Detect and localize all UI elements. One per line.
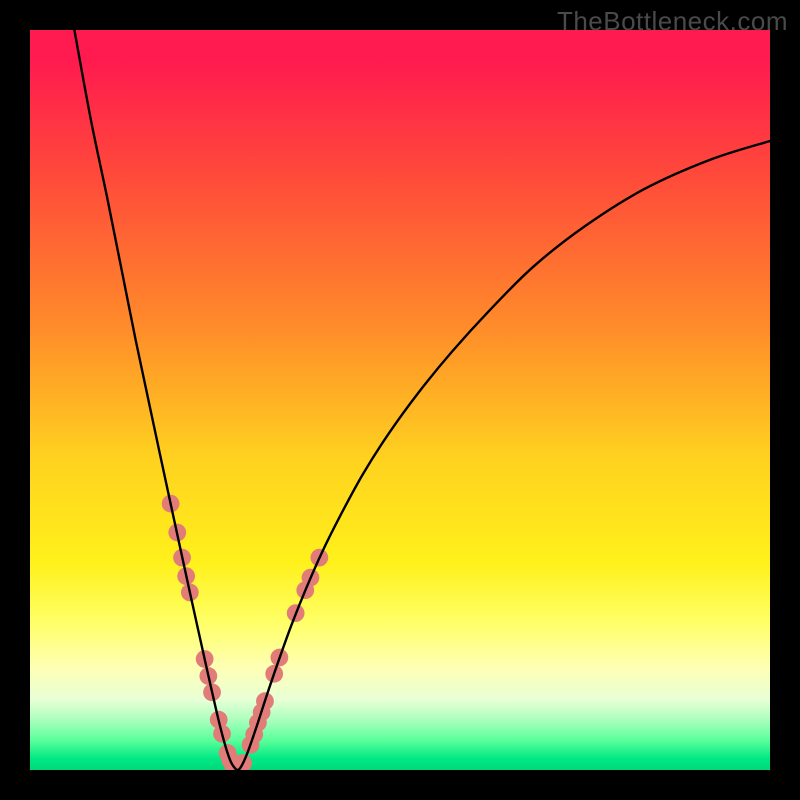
chart-svg — [30, 30, 770, 770]
watermark-text: TheBottleneck.com — [557, 6, 788, 37]
marker-layer — [162, 495, 329, 770]
outer-frame: TheBottleneck.com — [0, 0, 800, 800]
bottleneck-curve — [74, 30, 770, 770]
plot-area — [30, 30, 770, 770]
